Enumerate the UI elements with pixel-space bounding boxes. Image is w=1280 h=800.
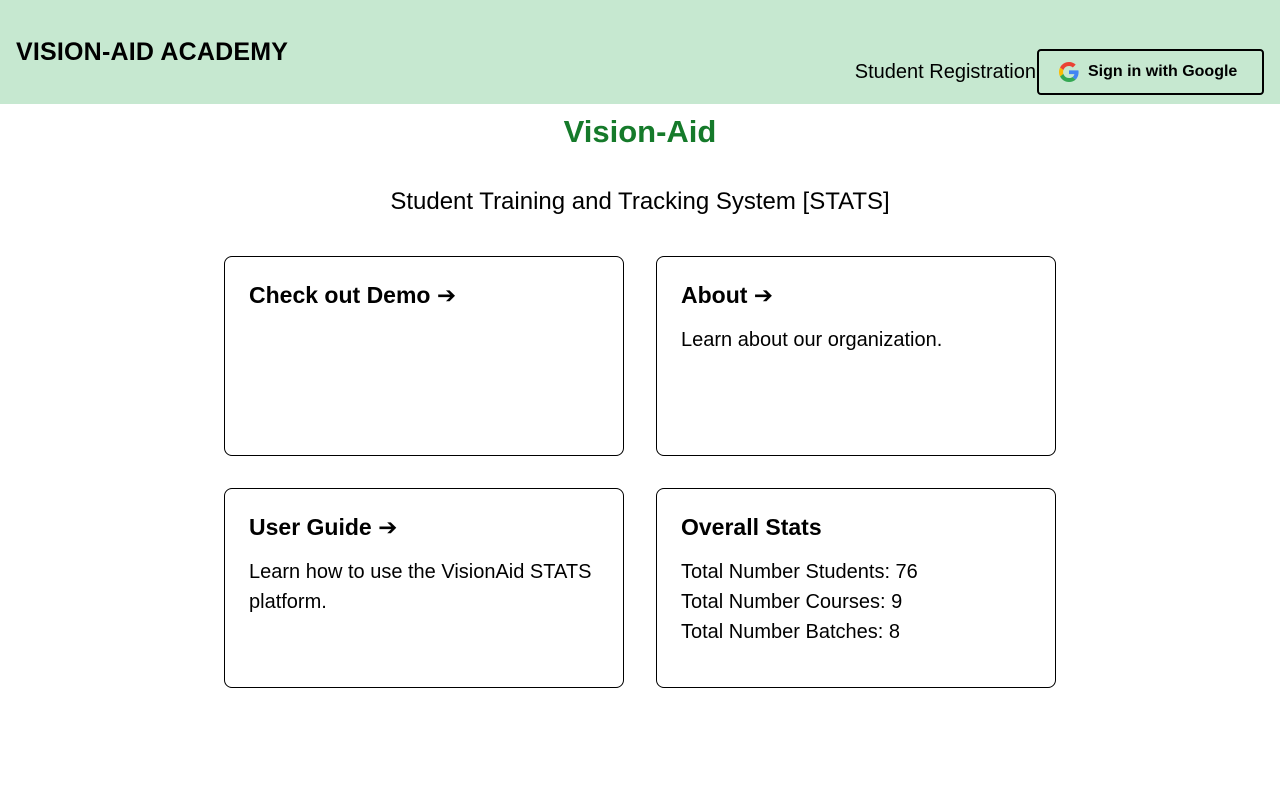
google-logo-icon [1059, 62, 1079, 82]
user-guide-card-title: User Guide ➔ [249, 514, 398, 540]
overall-stats-title: Overall Stats [681, 514, 822, 540]
total-batches-stat: Total Number Batches: 8 [681, 621, 900, 643]
google-signin-label: Sign in with Google [1088, 63, 1238, 80]
about-card[interactable]: About ➔ Learn about our organization. [656, 256, 1056, 456]
user-guide-card-description: Learn how to use the VisionAid STATS pla… [249, 561, 592, 613]
brand-title[interactable]: VISION-AID ACADEMY [16, 36, 288, 68]
total-students-stat: Total Number Students: 76 [681, 561, 918, 583]
student-registration-link[interactable]: Student Registration [855, 59, 1036, 85]
user-guide-card[interactable]: User Guide ➔ Learn how to use the Vision… [224, 488, 624, 688]
about-card-title: About ➔ [681, 282, 774, 308]
demo-card-title: Check out Demo ➔ [249, 282, 457, 308]
about-card-description: Learn about our organization. [681, 329, 943, 351]
page-subtitle: Student Training and Tracking System [ST… [390, 188, 890, 215]
top-navbar: VISION-AID ACADEMY Student Registration … [0, 0, 1280, 104]
total-courses-stat: Total Number Courses: 9 [681, 591, 903, 613]
google-signin-button[interactable]: Sign in with Google [1037, 49, 1264, 95]
overall-stats-card: Overall Stats Total Number Students: 76 … [656, 488, 1056, 688]
demo-card[interactable]: Check out Demo ➔ [224, 256, 624, 456]
page-title: Vision-Aid [563, 114, 717, 149]
